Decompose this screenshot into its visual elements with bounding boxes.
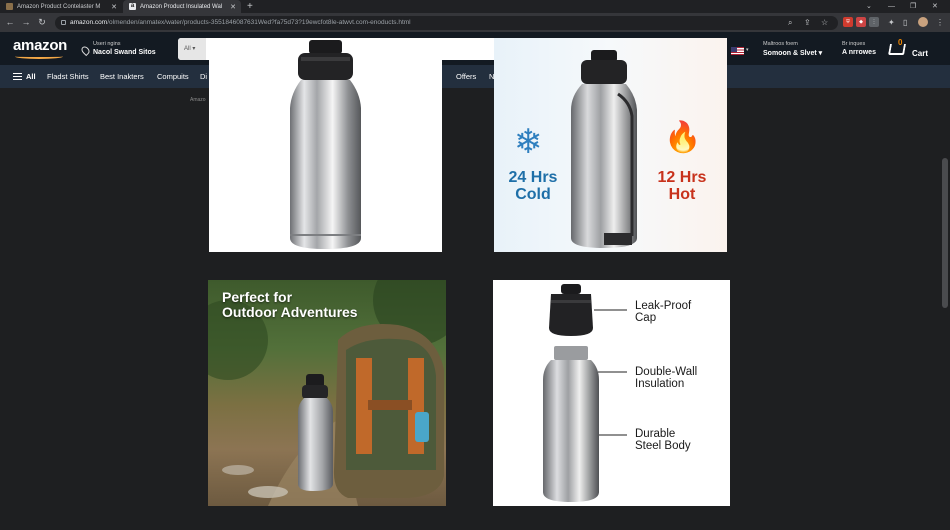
amazon-logo[interactable]: amazon <box>13 37 67 54</box>
returns-line2: A nrrowes <box>842 49 876 56</box>
side-panel-icon[interactable]: ▯ <box>903 16 907 30</box>
cold-label: 24 Hrs Cold <box>508 169 558 203</box>
browser-tab-2[interactable]: a Amazon Product Insulated Wal ✕ <box>123 0 241 13</box>
tab-search-icon[interactable]: ⌄ <box>866 0 872 13</box>
hamburger-menu-icon[interactable] <box>13 73 22 80</box>
snowflake-icon: ❄ <box>514 123 543 161</box>
leak-proof-callout: Leak-Proof Cap <box>635 300 692 325</box>
puzzle-extensions-icon[interactable]: ✦ <box>888 16 895 30</box>
returns-orders[interactable]: Br inques A nrrowes <box>842 41 876 56</box>
subnav-item[interactable]: Compuits <box>157 65 189 88</box>
scrollbar-thumb[interactable] <box>942 158 948 308</box>
reload-icon[interactable]: ↻ <box>36 13 48 32</box>
flame-icon: 🔥 <box>664 121 702 154</box>
minimize-icon[interactable]: — <box>888 0 895 13</box>
page-content: Amazo <box>0 88 950 530</box>
us-flag-icon[interactable] <box>731 47 744 55</box>
exploded-bottle-icon <box>543 284 627 502</box>
extension-grid-icon[interactable]: ⋮ <box>869 17 879 27</box>
breadcrumb[interactable]: Amazo <box>190 97 206 103</box>
subnav-item[interactable]: Fladst Shirts <box>47 65 89 88</box>
account-line2: Somoon & Slvet <box>763 50 817 57</box>
lock-icon <box>61 20 66 25</box>
extension-shield-icon[interactable]: ◆ <box>856 17 866 27</box>
deliver-to-line2: Nacol Swand Sitos <box>93 49 156 56</box>
close-tab-icon[interactable]: ✕ <box>230 3 236 11</box>
steel-body-callout: Durable Steel Body <box>635 428 691 453</box>
forward-icon[interactable]: → <box>20 13 32 32</box>
browser-toolbar: ← → ↻ amazon.com/olmenden/anmatex/water/… <box>0 13 950 32</box>
location-pin-icon <box>79 44 92 57</box>
page-scrollbar[interactable] <box>940 88 950 530</box>
tab-favicon-icon: a <box>129 3 136 10</box>
subnav-all[interactable]: All <box>26 65 36 88</box>
account-lists[interactable]: Maltroos foem Somoon & Slvet ▾ <box>763 41 822 57</box>
deliver-to-line1: Useri ngins <box>93 41 121 47</box>
subnav-item[interactable]: Offers <box>456 65 476 88</box>
account-line1: Maltroos foem <box>763 41 798 47</box>
outdoor-headline: Perfect for Outdoor Adventures <box>222 289 358 320</box>
product-image-2[interactable]: ❄ 🔥 24 Hrs Cold 12 Hrs Hot <box>494 38 727 252</box>
cart-icon <box>888 44 906 55</box>
amazon-smile-icon <box>15 54 63 59</box>
address-bar[interactable]: amazon.com/olmenden/anmatex/water/produc… <box>55 16 838 30</box>
subnav-item[interactable]: Di <box>200 65 207 88</box>
cart-button[interactable]: 0 Cart <box>888 38 939 61</box>
double-wall-callout: Double-Wall Insulation <box>635 366 698 391</box>
bookmark-star-icon[interactable]: ☆ <box>821 16 828 30</box>
browser-tab-strip: Amazon Product Contelaster M ✕ a Amazon … <box>0 0 950 13</box>
browser-menu-icon[interactable]: ⋮ <box>936 16 944 30</box>
profile-avatar-icon[interactable] <box>918 17 928 27</box>
back-icon[interactable]: ← <box>4 13 16 32</box>
amazon-header: amazon Useri ngins Nacol Swand Sitos All… <box>0 32 950 65</box>
extension-icon[interactable]: ⛨ <box>843 17 853 27</box>
tab-title: Amazon Product Contelaster M <box>17 3 101 10</box>
zoom-icon[interactable]: ⌕ <box>788 16 792 30</box>
tab-title: Amazon Product Insulated Wal <box>140 3 223 10</box>
product-image-4[interactable]: Leak-Proof Cap Double-Wall Insulation Du… <box>493 280 730 506</box>
product-image-3[interactable]: Perfect for Outdoor Adventures <box>208 280 446 506</box>
cart-count: 0 <box>898 38 903 47</box>
maximize-icon[interactable]: ❐ <box>910 0 916 13</box>
url-text: amazon.com/olmenden/anmatex/water/produc… <box>70 19 411 26</box>
window-close-icon[interactable]: ✕ <box>932 0 938 13</box>
subnav-item[interactable]: Best Inakters <box>100 65 144 88</box>
close-tab-icon[interactable]: ✕ <box>111 3 117 11</box>
search-department-select[interactable]: All ▾ <box>178 38 206 60</box>
cart-label: Cart <box>912 49 929 58</box>
product-image-1[interactable] <box>209 38 442 252</box>
steel-bottle-icon <box>290 40 361 249</box>
new-tab-icon[interactable]: + <box>247 0 253 13</box>
chevron-down-icon: ▾ <box>746 47 749 53</box>
browser-tab-1[interactable]: Amazon Product Contelaster M ✕ <box>0 0 122 13</box>
share-icon[interactable]: ⇪ <box>804 16 811 30</box>
tab-favicon-icon <box>6 3 13 10</box>
hot-label: 12 Hrs Hot <box>657 169 707 203</box>
amazon-subnav: All Fladst Shirts Best Inakters Compuits… <box>0 65 950 88</box>
returns-line1: Br inques <box>842 41 866 47</box>
